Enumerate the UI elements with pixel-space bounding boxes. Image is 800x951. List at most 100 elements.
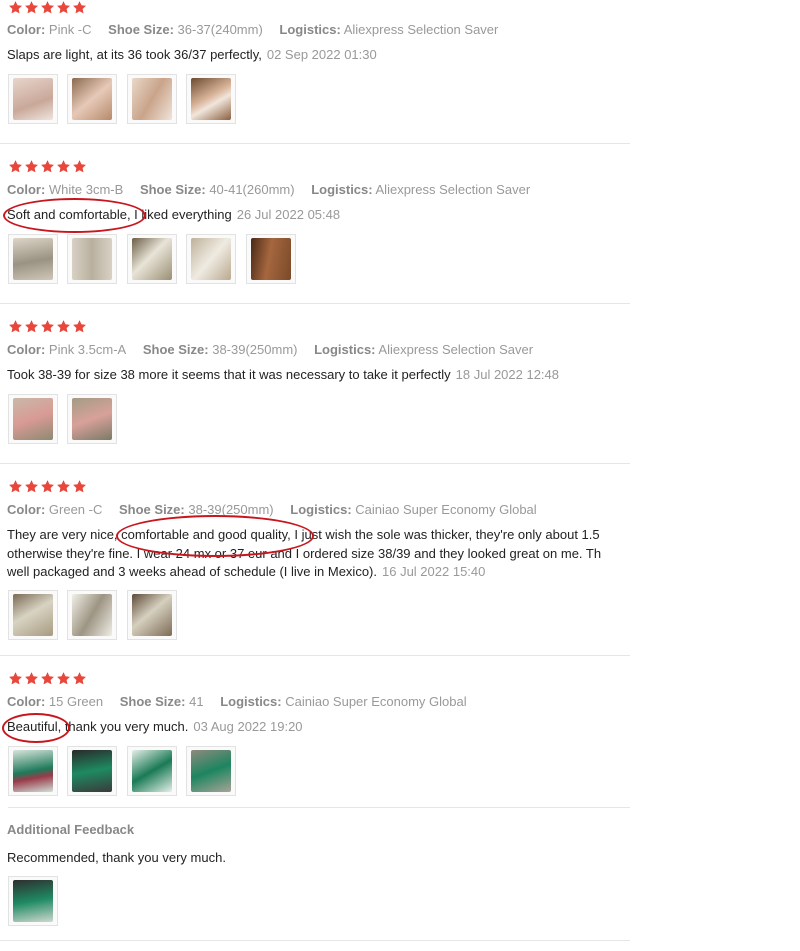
review-date: 02 Sep 2022 01:30 (266, 47, 377, 62)
star-icon (24, 671, 39, 686)
review-body-line: well packaged and 3 weeks ahead of sched… (7, 564, 377, 579)
review-photo[interactable] (126, 234, 177, 284)
logistics-label: Logistics: (311, 182, 373, 197)
star-icon (72, 0, 87, 15)
review-photo[interactable] (8, 590, 58, 640)
review-text: They are very nice, comfortable and good… (7, 526, 630, 582)
color-value: Pink -C (48, 22, 92, 37)
review-text: Slaps are light, at its 36 took 36/37 pe… (7, 46, 630, 65)
review-body-line: They are very nice, comfortable and good… (7, 527, 600, 542)
star-rating (8, 159, 88, 175)
star-icon (72, 319, 87, 334)
star-icon (40, 479, 55, 494)
color-value: Pink 3.5cm-A (48, 342, 127, 357)
star-icon (24, 319, 39, 334)
color-label: Color: (7, 22, 46, 37)
logistics-value: Aliexpress Selection Saver (343, 22, 499, 37)
review-meta: Color: 15 Green Shoe Size: 41 Logistics:… (7, 694, 480, 709)
review-photo[interactable] (126, 74, 177, 124)
logistics-value: Cainiao Super Economy Global (285, 694, 467, 709)
review-date: 16 Jul 2022 15:40 (382, 564, 486, 579)
review-body: Beautiful, thank you very much. (7, 719, 189, 734)
review-photo[interactable] (8, 394, 58, 444)
star-rating (8, 479, 88, 495)
review-photos (8, 74, 241, 124)
star-icon (40, 319, 55, 334)
color-label: Color: (7, 694, 46, 709)
review-meta: Color: Green -C Shoe Size: 38-39(250mm) … (7, 502, 550, 517)
star-icon (56, 159, 71, 174)
star-icon (56, 319, 71, 334)
review-item: Color: 15 Green Shoe Size: 41 Logistics:… (0, 655, 630, 941)
review-photo[interactable] (67, 74, 118, 124)
review-text: Soft and comfortable, I liked everything… (7, 206, 630, 225)
review-item: Color: Pink 3.5cm-A Shoe Size: 38-39(250… (0, 303, 630, 464)
review-photos (8, 746, 241, 796)
star-rating (8, 0, 88, 16)
star-icon (8, 479, 23, 494)
review-photo[interactable] (8, 234, 58, 284)
review-photo[interactable] (186, 234, 237, 284)
star-icon (8, 159, 23, 174)
review-photo[interactable] (186, 74, 237, 124)
review-text: Beautiful, thank you very much. 03 Aug 20… (7, 718, 630, 737)
review-photo[interactable] (8, 74, 58, 124)
color-value: Green -C (48, 502, 103, 517)
review-photos (8, 590, 182, 640)
color-label: Color: (7, 502, 46, 517)
shoe-size-label: Shoe Size: (119, 694, 186, 709)
star-icon (8, 671, 23, 686)
review-body-line: otherwise they're fine. I wear 24 mx or … (7, 545, 602, 561)
star-icon (24, 0, 39, 15)
review-photo[interactable] (67, 234, 118, 284)
review-photos (8, 234, 301, 284)
color-label: Color: (7, 182, 46, 197)
logistics-label: Logistics: (314, 342, 376, 357)
star-icon (56, 0, 71, 15)
additional-feedback-photos (8, 876, 63, 926)
review-date: 26 Jul 2022 05:48 (236, 207, 341, 222)
star-icon (8, 0, 23, 15)
star-icon (8, 319, 23, 334)
star-icon (24, 479, 39, 494)
logistics-label: Logistics: (220, 694, 282, 709)
review-photo[interactable] (67, 590, 118, 640)
review-photos (8, 394, 122, 444)
review-photo[interactable] (245, 234, 296, 284)
star-rating (8, 319, 88, 335)
review-photo[interactable] (186, 746, 237, 796)
shoe-size-label: Shoe Size: (108, 22, 174, 37)
review-body: Soft and comfortable, I liked everything (7, 207, 232, 222)
shoe-size-value: 38-39(250mm) (212, 342, 298, 357)
shoe-size-value: 36-37(240mm) (177, 22, 263, 37)
review-date: 03 Aug 2022 19:20 (193, 719, 303, 734)
review-photo[interactable] (126, 590, 177, 640)
logistics-label: Logistics: (290, 502, 352, 517)
review-meta: Color: Pink -C Shoe Size: 36-37(240mm) L… (7, 22, 511, 37)
review-date: 18 Jul 2022 12:48 (455, 367, 560, 382)
shoe-size-label: Shoe Size: (139, 182, 206, 197)
review-body: Took 38-39 for size 38 more it seems tha… (7, 367, 451, 382)
review-item: Color: Green -C Shoe Size: 38-39(250mm) … (0, 463, 630, 656)
color-label: Color: (7, 342, 46, 357)
review-photo[interactable] (67, 394, 118, 444)
review-photo[interactable] (8, 876, 58, 926)
additional-feedback-text: Recommended, thank you very much. (7, 850, 226, 865)
star-icon (40, 159, 55, 174)
review-photo[interactable] (8, 746, 58, 796)
color-value: 15 Green (48, 694, 104, 709)
shoe-size-label: Shoe Size: (142, 342, 209, 357)
review-item: Color: White 3cm-B Shoe Size: 40-41(260m… (0, 143, 630, 304)
logistics-label: Logistics: (279, 22, 341, 37)
star-icon (24, 159, 39, 174)
shoe-size-label: Shoe Size: (119, 502, 185, 517)
logistics-value: Cainiao Super Economy Global (355, 502, 537, 517)
star-icon (40, 0, 55, 15)
review-photo[interactable] (126, 746, 177, 796)
additional-feedback-title: Additional Feedback (7, 822, 135, 837)
star-rating (8, 671, 88, 687)
logistics-value: Aliexpress Selection Saver (375, 182, 531, 197)
review-body: Slaps are light, at its 36 took 36/37 pe… (7, 47, 262, 62)
review-photo[interactable] (67, 746, 118, 796)
star-icon (72, 159, 87, 174)
